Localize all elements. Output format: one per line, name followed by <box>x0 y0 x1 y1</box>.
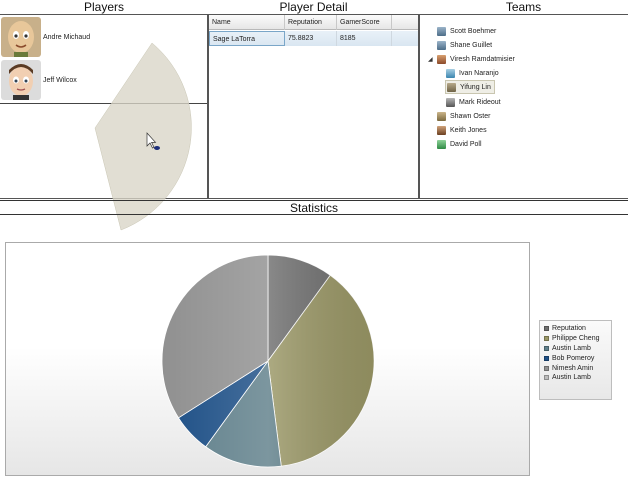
legend-label: Austin Lamb <box>552 344 591 352</box>
legend-item: Reputation <box>544 324 607 334</box>
grid-header: Name Reputation GamerScore <box>209 15 418 30</box>
tree-item[interactable]: David Poll <box>437 137 482 151</box>
person-icon <box>437 111 446 121</box>
tree-item-label: Keith Jones <box>450 126 487 134</box>
pie-chart <box>161 254 375 468</box>
legend-swatch <box>544 365 549 371</box>
legend-swatch <box>544 336 549 342</box>
tree-item[interactable]: Scott Boehmer <box>437 24 496 38</box>
tree-item[interactable]: Keith Jones <box>437 123 487 137</box>
legend-label: Reputation <box>552 325 586 333</box>
tree-item-label: Scott Boehmer <box>450 27 497 35</box>
table-row[interactable]: Sage LaTorra 75.8823 8185 <box>209 31 418 46</box>
person-icon <box>446 68 455 78</box>
tree-item-label: Shawn Oster <box>450 112 491 120</box>
player-detail-header: Player Detail <box>279 0 348 14</box>
pie-chart-area <box>5 242 530 476</box>
legend-label: Philippe Cheng <box>552 335 600 343</box>
column-header-name[interactable]: Name <box>209 15 285 30</box>
tree-item[interactable]: Shane Guillet <box>437 38 492 52</box>
person-icon <box>437 26 446 36</box>
person-icon <box>446 97 455 107</box>
person-icon <box>437 40 446 50</box>
drag-item-icon <box>154 146 160 150</box>
app-window: Players Player Detail Teams Andre Michau… <box>0 0 628 480</box>
legend-swatch <box>544 375 549 381</box>
players-header: Players <box>83 0 124 14</box>
cell-reputation[interactable]: 75.8823 <box>285 31 337 46</box>
legend-label: Nimesh Amin <box>552 364 594 372</box>
cell-name[interactable]: Sage LaTorra <box>209 31 285 46</box>
legend-item: Philippe Cheng <box>544 334 607 344</box>
legend-label: Austin Lamb <box>552 374 591 382</box>
tree-item-label: Shane Guillet <box>450 41 493 49</box>
tree-item[interactable]: Ivan Naranjo <box>446 66 499 80</box>
tree-item-label: Mark Rideout <box>459 98 501 106</box>
legend-swatch <box>544 326 549 332</box>
legend-item: Nimesh Amin <box>544 363 607 373</box>
statistics-divider-bottom <box>0 214 628 215</box>
cell-gamerscore[interactable]: 8185 <box>337 31 392 46</box>
players-panel: Andre Michaud Jeff Wilcox <box>0 14 208 231</box>
teams-header: Teams <box>505 0 542 14</box>
chart-legend: Reputation Philippe Cheng Austin Lamb Bob P… <box>539 320 612 400</box>
person-icon <box>447 82 456 92</box>
tree-item-label: David Poll <box>450 140 482 148</box>
legend-item: Austin Lamb <box>544 373 607 383</box>
legend-item: Bob Pomeroy <box>544 353 607 363</box>
tree-item[interactable]: Shawn Oster <box>437 109 490 123</box>
tree-item[interactable]: Mark Rideout <box>446 95 501 109</box>
legend-swatch <box>544 345 549 351</box>
expand-triangle-icon[interactable]: ◢ <box>428 56 433 63</box>
legend-swatch <box>544 355 549 361</box>
person-icon <box>437 125 446 135</box>
person-icon <box>437 139 446 149</box>
column-header-gamerscore[interactable]: GamerScore <box>337 15 392 30</box>
player-detail-panel: Name Reputation GamerScore Sage LaTorra … <box>208 14 419 199</box>
teams-panel: Scott Boehmer Shane Guillet ◢ Viresh Ram… <box>419 14 628 199</box>
person-icon <box>437 54 446 64</box>
tree-item-label: Yifung Lin <box>460 83 491 91</box>
legend-label: Bob Pomeroy <box>552 354 595 362</box>
column-header-reputation[interactable]: Reputation <box>285 15 337 30</box>
tree-item-label: Ivan Naranjo <box>459 69 499 77</box>
statistics-header: Statistics <box>289 201 338 215</box>
tree-item-label: Viresh Ramdatmisier <box>450 55 515 63</box>
tree-item[interactable]: Viresh Ramdatmisier <box>437 52 515 66</box>
tree-item-selected[interactable]: Yifung Lin <box>445 80 495 94</box>
legend-item: Austin Lamb <box>544 344 607 354</box>
